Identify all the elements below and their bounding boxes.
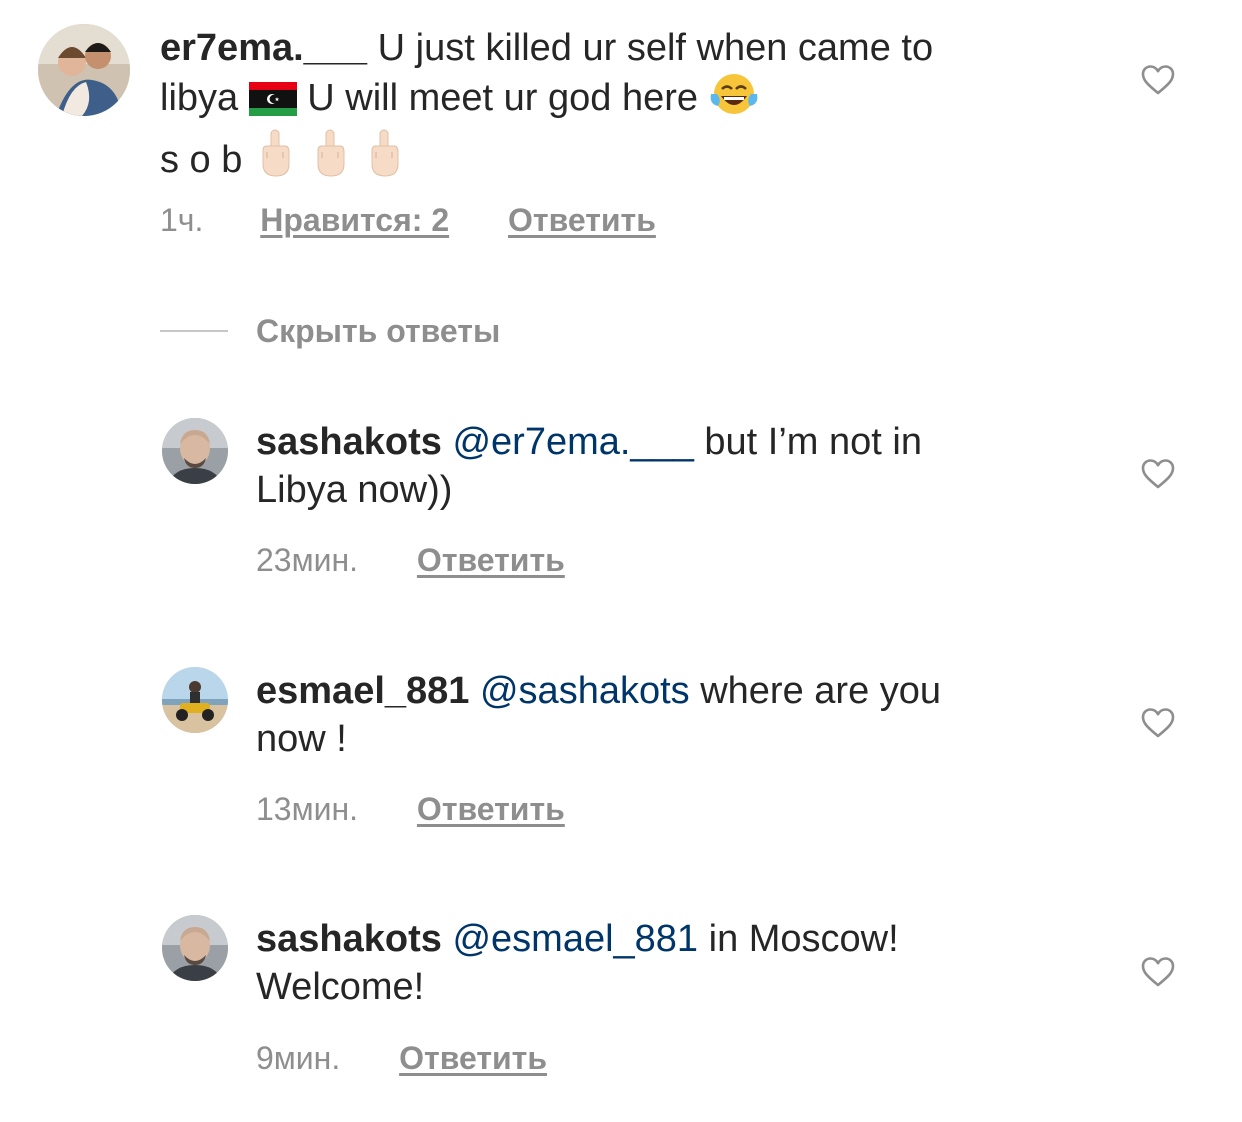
- like-button[interactable]: [1141, 956, 1175, 988]
- like-button[interactable]: [1141, 707, 1175, 739]
- hide-replies-toggle[interactable]: Скрыть ответы: [160, 308, 500, 354]
- reply-meta: 23мин. Ответить: [256, 540, 565, 580]
- reply-body-line2: now !: [256, 718, 347, 760]
- reply-username[interactable]: sashakots: [256, 421, 442, 463]
- middle-finger-icon: [253, 128, 297, 190]
- reply-button[interactable]: Ответить: [508, 200, 656, 240]
- avatar[interactable]: [162, 915, 228, 981]
- divider-line: [160, 330, 228, 332]
- libya-flag-icon: [248, 80, 297, 128]
- avatar-image: [162, 667, 228, 733]
- avatar-image: [162, 915, 228, 981]
- reply-text: esmael_881 @sashakots where are you now …: [256, 667, 1116, 763]
- reply-text: sashakots @esmael_881 in Moscow! Welcome…: [256, 915, 1116, 1011]
- reply-body: but I’m not in: [704, 421, 922, 463]
- middle-finger-icon: [308, 128, 352, 190]
- comment-time: 1ч.: [160, 202, 204, 238]
- comment-meta: 1ч. Нравится: 2 Ответить: [160, 200, 656, 240]
- heart-outline-icon: [1141, 459, 1175, 489]
- reply-meta: 9мин. Ответить: [256, 1038, 547, 1078]
- reply-time: 23мин.: [256, 542, 359, 578]
- reply-time: 13мин.: [256, 791, 359, 827]
- reply-button[interactable]: Ответить: [417, 540, 565, 580]
- reply-body: where are you: [700, 670, 942, 712]
- comment-text: er7ema.___ U just killed ur self when ca…: [160, 24, 1110, 190]
- mention-link[interactable]: @esmael_881: [452, 918, 698, 960]
- reply-username[interactable]: esmael_881: [256, 670, 469, 712]
- reply-button[interactable]: Ответить: [417, 789, 565, 829]
- avatar[interactable]: [162, 418, 228, 484]
- comment-body-line3: s o b: [160, 139, 243, 181]
- like-button[interactable]: [1141, 64, 1175, 96]
- mention-link[interactable]: @er7ema.___: [452, 421, 693, 463]
- reply-time: 9мин.: [256, 1040, 341, 1076]
- mention-link[interactable]: @sashakots: [480, 670, 690, 712]
- comment-body-line2b: U will meet ur god here: [307, 77, 699, 119]
- heart-outline-icon: [1141, 708, 1175, 738]
- middle-finger-icon: [362, 128, 406, 190]
- heart-outline-icon: [1141, 957, 1175, 987]
- reply-username[interactable]: sashakots: [256, 918, 442, 960]
- reply-meta: 13мин. Ответить: [256, 789, 565, 829]
- reply-text: sashakots @er7ema.___ but I’m not in Lib…: [256, 418, 1116, 514]
- comment-body-line2a: libya: [160, 77, 239, 119]
- face-with-tears-of-joy-icon: [709, 72, 759, 128]
- hide-replies-label[interactable]: Скрыть ответы: [256, 313, 500, 350]
- heart-outline-icon: [1141, 65, 1175, 95]
- comment-username[interactable]: er7ema.___: [160, 27, 367, 69]
- avatar-image: [38, 24, 130, 116]
- reply-body-line2: Welcome!: [256, 966, 425, 1008]
- likes-count-link[interactable]: Нравится: 2: [260, 200, 449, 240]
- reply-body-line2: Libya now)): [256, 469, 453, 511]
- reply-button[interactable]: Ответить: [399, 1038, 547, 1078]
- comment-body-line1: U just killed ur self when came to: [377, 27, 934, 69]
- avatar[interactable]: [38, 24, 130, 116]
- avatar-image: [162, 418, 228, 484]
- avatar[interactable]: [162, 667, 228, 733]
- reply-body: in Moscow!: [708, 918, 899, 960]
- like-button[interactable]: [1141, 458, 1175, 490]
